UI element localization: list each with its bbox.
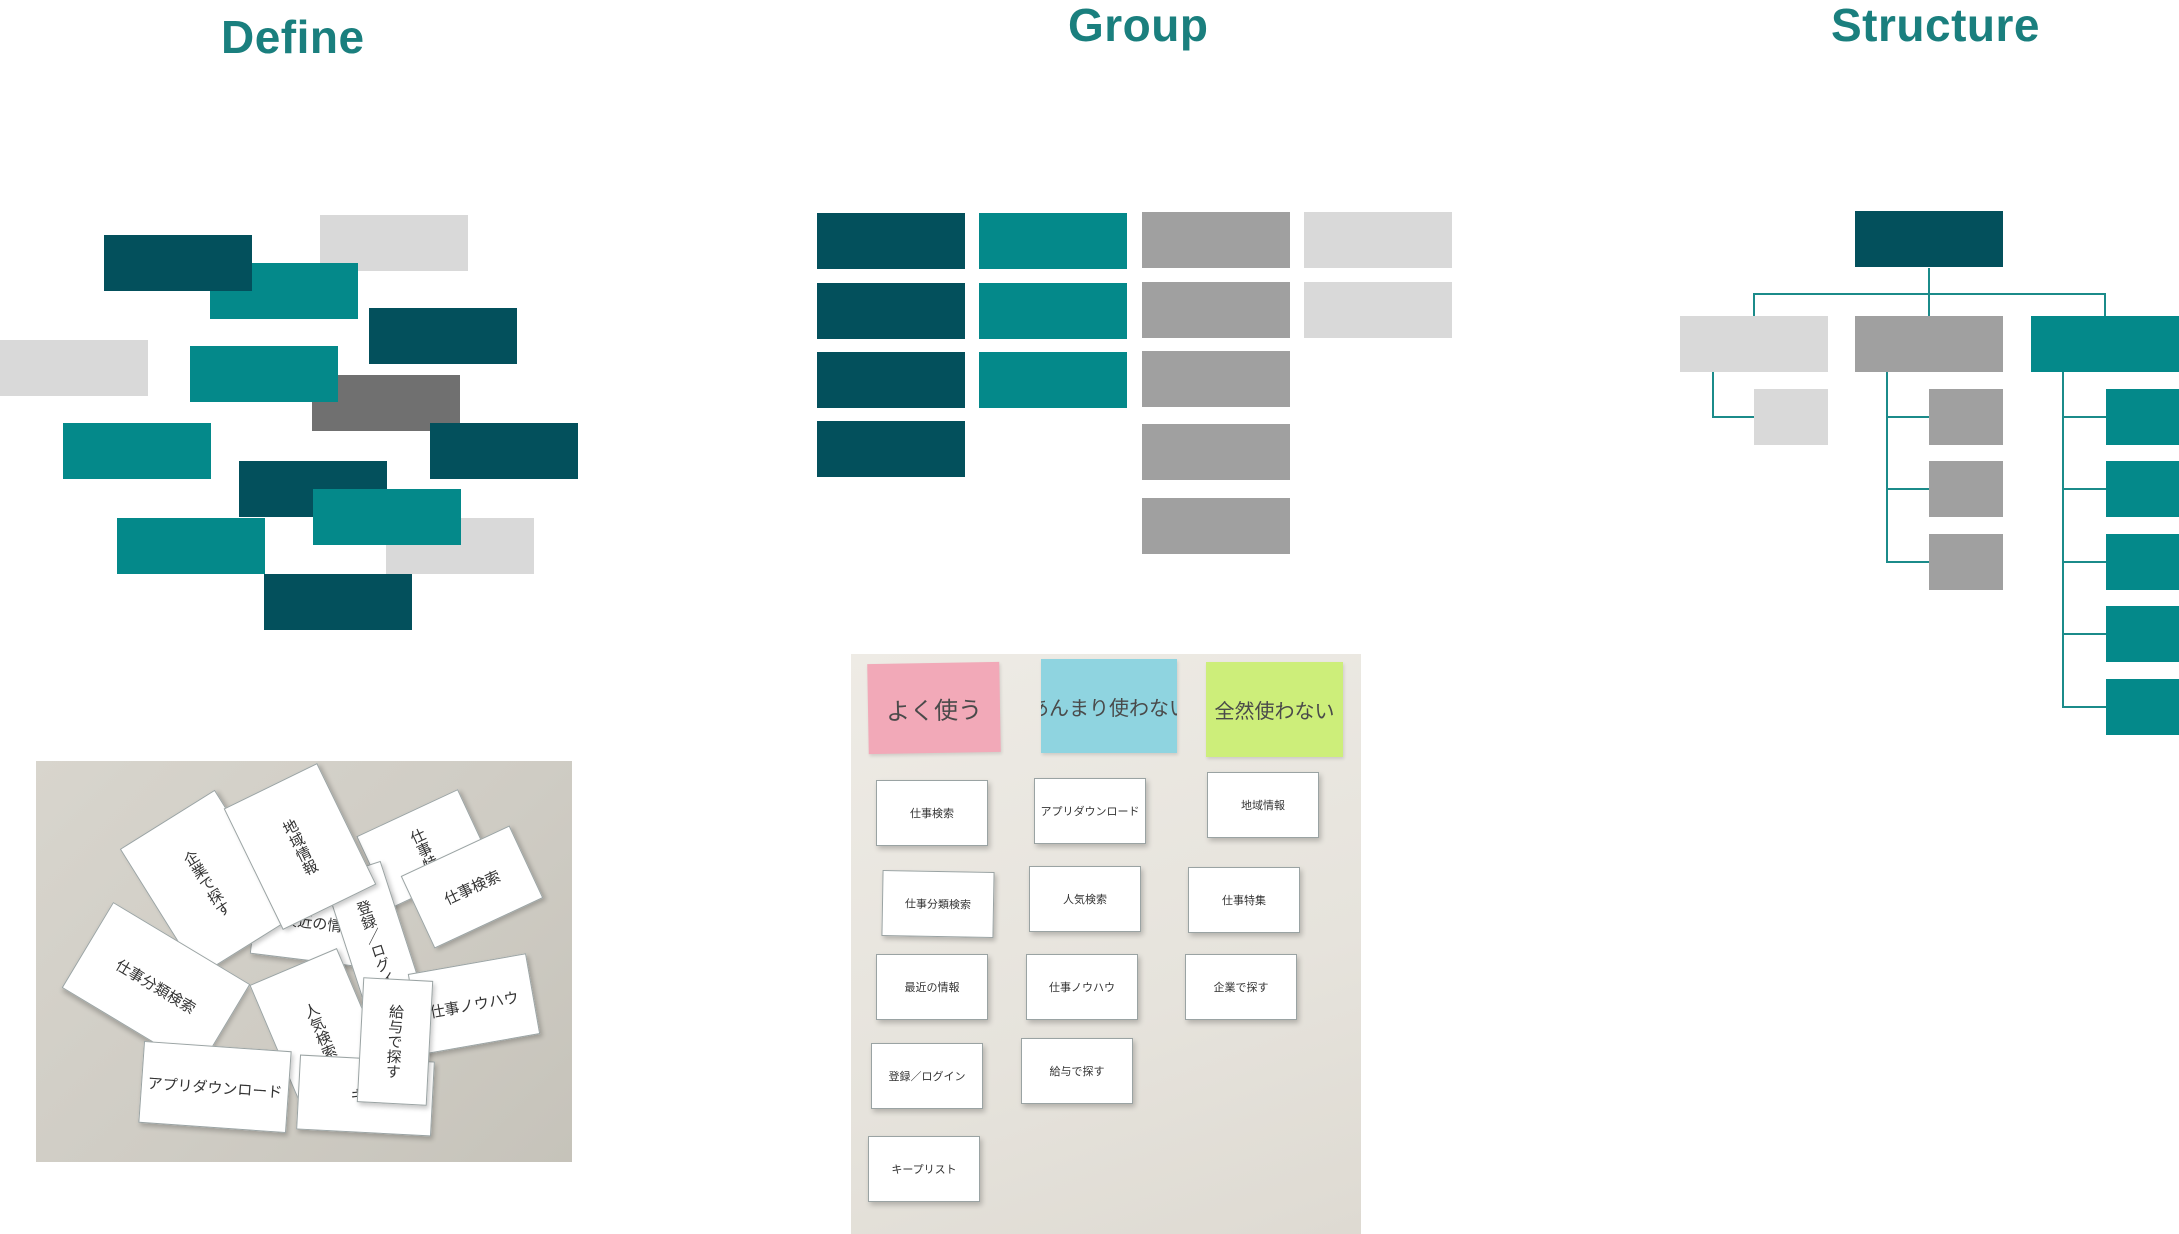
define-block [313, 489, 461, 545]
tree-leaf-node [2106, 461, 2179, 517]
group-block [1142, 282, 1290, 338]
group-block [817, 213, 965, 269]
group-photo: よく使う あんまり使わない 全然使わない 仕事検索 仕事分類検索 最近の情報 登… [851, 654, 1361, 1234]
photo-card: 人気検索 [1029, 866, 1141, 932]
tree-connector [1886, 488, 1930, 490]
tree-connector [2062, 488, 2106, 490]
define-block [104, 235, 252, 291]
group-block [1142, 498, 1290, 554]
tree-leaf-node [2106, 534, 2179, 590]
tree-connector [2062, 633, 2106, 635]
tree-connector [1928, 293, 1930, 317]
photo-card: 給与で探す [356, 977, 434, 1106]
group-heading: Group [1068, 0, 1209, 51]
define-heading: Define [221, 11, 365, 63]
tree-leaf-node [1929, 534, 2003, 590]
photo-card: 地域情報 [1207, 772, 1319, 838]
tree-leaf-node [1929, 461, 2003, 517]
photo-card: アプリダウンロード [1034, 778, 1146, 844]
structure-heading: Structure [1831, 0, 2040, 51]
tree-leaf-node [2106, 606, 2179, 662]
tree-connector [2062, 372, 2064, 707]
define-block [190, 346, 338, 402]
photo-card: 登録／ログイン [871, 1043, 983, 1109]
define-block [0, 340, 148, 396]
define-block [369, 308, 517, 364]
tree-connector [1928, 268, 1930, 294]
tree-connector [1712, 416, 1755, 418]
tree-connector [2062, 561, 2106, 563]
tree-leaf-node [2106, 389, 2179, 445]
tree-leaf-node [2106, 679, 2179, 735]
define-photo: 仕事特 最近の情報 登録／ログイン 企業で探す 地域情報 仕事検索 仕事分類検索… [36, 761, 572, 1162]
photo-card: 企業で探す [1185, 954, 1297, 1020]
photo-card: 仕事ノウハウ [1026, 954, 1138, 1020]
tree-leaf-node [1754, 389, 1828, 445]
photo-card: 給与で探す [1021, 1038, 1133, 1104]
tree-connector [1886, 372, 1888, 562]
group-block [979, 213, 1127, 269]
tree-connector [1753, 293, 1755, 317]
define-block [264, 574, 412, 630]
tree-node [1680, 316, 1828, 372]
group-block [1142, 351, 1290, 407]
group-block [1142, 424, 1290, 480]
tree-root-node [1855, 211, 2003, 267]
tree-connector [2062, 706, 2106, 708]
define-block [430, 423, 578, 479]
photo-card: 仕事特集 [1188, 867, 1300, 933]
group-block [817, 283, 965, 339]
photo-card: キープリスト [868, 1136, 980, 1202]
tree-connector [1886, 416, 1930, 418]
group-block [1142, 212, 1290, 268]
tree-connector [1886, 561, 1930, 563]
photo-card: 仕事検索 [876, 780, 988, 846]
group-block [1304, 212, 1452, 268]
photo-card: 仕事分類検索 [881, 870, 995, 938]
group-block [979, 352, 1127, 408]
define-block [63, 423, 211, 479]
group-block [979, 283, 1127, 339]
tree-connector [2104, 293, 2106, 317]
sticky-note: 全然使わない [1206, 662, 1343, 757]
sticky-note: よく使う [867, 661, 1001, 755]
tree-node [1855, 316, 2003, 372]
define-block [117, 518, 265, 574]
photo-card: アプリダウンロード [138, 1040, 292, 1134]
tree-node [2031, 316, 2179, 372]
tree-leaf-node [1929, 389, 2003, 445]
tree-connector [1712, 372, 1714, 417]
group-block [1304, 282, 1452, 338]
tree-connector [2062, 416, 2106, 418]
photo-card: 最近の情報 [876, 954, 988, 1020]
group-block [817, 352, 965, 408]
group-block [817, 421, 965, 477]
sticky-note: あんまり使わない [1041, 659, 1177, 753]
